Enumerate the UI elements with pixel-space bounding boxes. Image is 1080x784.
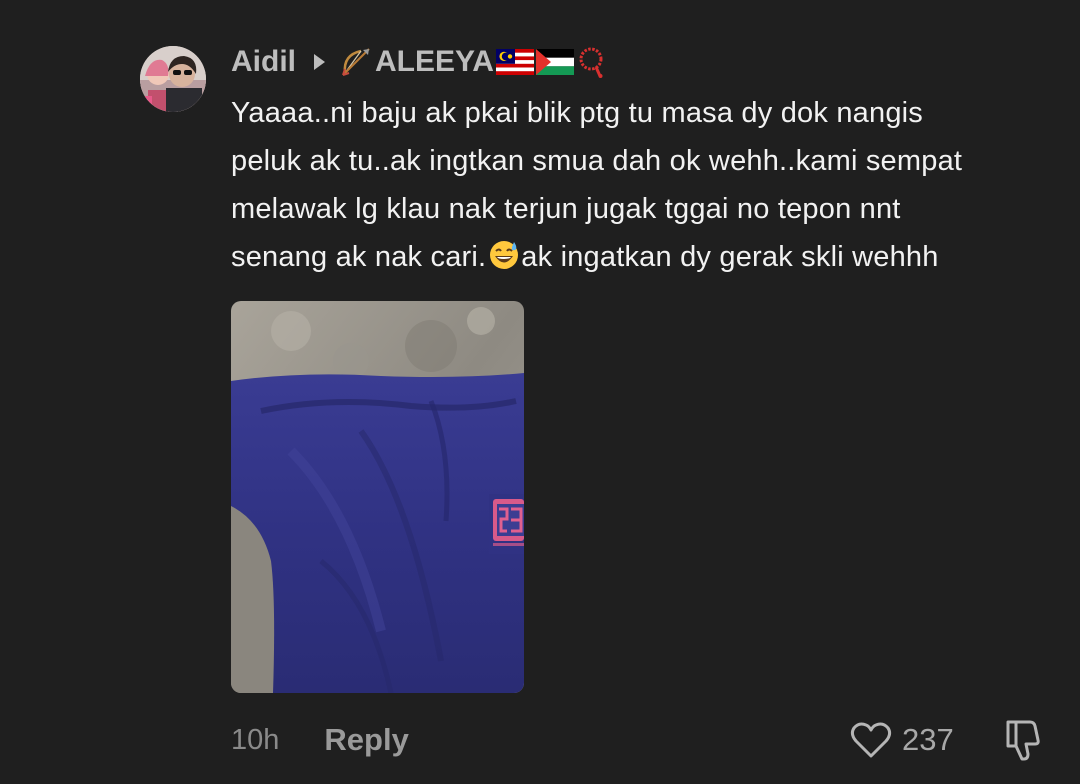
like-count: 237	[902, 722, 954, 757]
heart-icon	[850, 722, 892, 758]
bow-and-arrow-icon	[342, 48, 370, 76]
thumbs-down-icon	[1006, 720, 1040, 761]
comment-header: Aidil ALEEYA	[231, 42, 606, 82]
comment-body: Yaaaa..ni baju ak pkai blik ptg tu masa …	[231, 89, 1041, 281]
comment-photo[interactable]	[231, 301, 524, 693]
reply-arrow-icon	[314, 54, 325, 70]
flag-malaysia-icon	[495, 49, 534, 75]
reply-button[interactable]: Reply	[324, 722, 408, 758]
comment-line: peluk ak tu..ak ingtkan smua dah ok wehh…	[231, 145, 963, 177]
author-avatar[interactable]	[140, 46, 206, 112]
author-name[interactable]: Aidil	[231, 45, 296, 79]
reply-target-name: ALEEYA	[375, 45, 494, 78]
comment-line: Yaaaa..ni baju ak pkai blik ptg tu masa …	[231, 97, 923, 129]
reply-target[interactable]: ALEEYA	[339, 45, 606, 79]
grinning-face-with-sweat-icon	[490, 241, 519, 269]
comment-timestamp: 10h	[231, 723, 280, 756]
comment-footer: 10h Reply	[231, 718, 409, 762]
flag-palestine-icon	[535, 49, 574, 75]
like-button[interactable]: 237	[850, 716, 954, 764]
comment-line: melawak lg klau nak terjun jugak tggai n…	[231, 193, 901, 225]
comment-line-segment: ak ingatkan dy gerak skli wehhh	[521, 241, 939, 273]
prayer-beads-icon	[579, 47, 603, 78]
comment-line-segment: senang ak nak cari.	[231, 241, 487, 273]
comment-line: senang ak nak cari. ak ingatkan dy gerak…	[231, 233, 1041, 281]
dislike-button[interactable]	[1000, 716, 1048, 764]
shirt-photo-image	[231, 301, 524, 693]
comment-screen: Aidil ALEEYA Yaaaa..ni baju ak pkai blik…	[0, 0, 1080, 784]
avatar-photo-icon	[140, 46, 206, 112]
